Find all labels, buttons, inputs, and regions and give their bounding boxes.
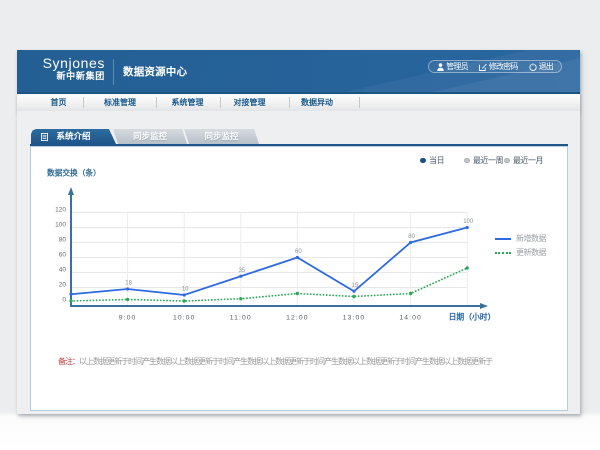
radio-today[interactable]: 当日 [420, 155, 444, 166]
current-user-button[interactable]: 管理员 [437, 63, 468, 71]
data-point [239, 275, 242, 278]
legend-line-solid [495, 238, 511, 240]
data-point [296, 256, 299, 259]
y-tick-label: 80 [59, 236, 67, 243]
point-label: 60 [295, 249, 302, 255]
tab-label: 系统介绍 [56, 131, 90, 141]
data-point [69, 293, 72, 296]
data-point [239, 297, 242, 300]
header-divider [113, 59, 114, 85]
edit-icon [479, 63, 487, 71]
data-point [69, 299, 72, 302]
app-header: Synjones 新中新集团 数据资源中心 管理员 [17, 50, 580, 94]
point-label: 35 [238, 268, 245, 274]
page-title: 数据资源中心 [123, 64, 187, 79]
radio-dot-selected [420, 158, 426, 164]
footnote: 备注：以上数据更新于时间产生数据以上数据更新于时间产生数据以上数据更新于时间产生… [58, 356, 492, 367]
legend-item-new-data[interactable]: 新增数据 [495, 233, 546, 244]
data-point [352, 295, 355, 298]
radio-last-week[interactable]: 最近一周 [464, 155, 503, 166]
legend-line-dotted [495, 252, 511, 254]
x-tick-label: 9:00 [119, 315, 137, 322]
logo-subtext: 新中新集团 [38, 71, 105, 82]
icon-stroke [439, 63, 443, 67]
point-label: 10 [182, 287, 189, 293]
point-label: 80 [408, 234, 415, 240]
y-axis-arrow [68, 187, 74, 195]
y-tick-label: 20 [59, 281, 67, 288]
legend-item-update-data[interactable]: 更新数据 [495, 247, 546, 258]
document-icon [41, 133, 48, 141]
tab-sync-monitor-2[interactable]: 同步监控 [184, 129, 259, 144]
tab-label: 同步监控 [204, 131, 238, 141]
radio-label: 最近一月 [513, 155, 543, 166]
x-axis-title: 日期（小时） [449, 312, 496, 322]
x-tick-label: 13:00 [343, 315, 366, 322]
data-point [126, 287, 129, 290]
radio-label: 最近一周 [473, 155, 503, 166]
data-point [466, 266, 469, 269]
change-password-button[interactable]: 修改密码 [479, 63, 518, 71]
tab-label: 同步监控 [133, 131, 167, 141]
nav-item-standard-mgmt[interactable]: 标准管理 [84, 94, 157, 111]
data-point [409, 241, 412, 244]
logout-button[interactable]: 退出 [529, 63, 553, 71]
x-tick-label: 12:00 [286, 315, 309, 322]
footnote-prefix: 备注： [58, 357, 79, 366]
y-tick-label: 60 [59, 251, 67, 258]
logout-label: 退出 [539, 63, 553, 71]
mockup-stage: Synjones 新中新集团 数据资源中心 管理员 [0, 0, 600, 450]
legend-label: 更新数据 [516, 247, 546, 258]
data-point [352, 290, 355, 293]
data-point [409, 292, 412, 295]
legend-label: 新增数据 [516, 233, 546, 244]
radio-dot [464, 158, 470, 164]
tab-system-intro[interactable]: 系统介绍 [31, 129, 116, 144]
data-point [183, 293, 186, 296]
change-password-label: 修改密码 [489, 63, 518, 71]
radio-last-month[interactable]: 最近一月 [504, 155, 543, 166]
chart-panel: 0 20 40 60 80 100 120 9:00 10:00 11:00 12:00 13:00 1… [30, 146, 568, 411]
y-tick-label: 0 [62, 296, 66, 303]
browser-page: Synjones 新中新集团 数据资源中心 管理员 [17, 50, 580, 414]
radio-label: 当日 [429, 155, 444, 166]
tab-sync-monitor-1[interactable]: 同步监控 [113, 129, 187, 144]
x-tick-label: 14:00 [399, 315, 422, 322]
chart-y-axis-title: 数据交换（条） [47, 167, 101, 178]
data-point [126, 298, 129, 301]
data-point [183, 299, 186, 302]
x-tick-label: 11:00 [230, 315, 252, 322]
x-tick-label: 10:00 [173, 315, 196, 322]
icon-stroke [482, 63, 487, 68]
main-nav: 首页 标准管理 系统管理 对接管理 数据异动 [17, 94, 580, 112]
y-tick-label: 40 [59, 266, 67, 273]
user-toolbar: 管理员 修改密码 退出 [428, 60, 562, 73]
current-user-label: 管理员 [446, 63, 468, 71]
footnote-text: 以上数据更新于时间产生数据以上数据更新于时间产生数据以上数据更新于时间产生数据以… [79, 357, 492, 366]
x-axis-arrow [480, 303, 488, 309]
content-area: 系统介绍 同步监控 同步监控 0 20 40 60 80 100 120 9:00 10:00 1… [17, 111, 580, 414]
nav-item-home[interactable]: 首页 [17, 94, 84, 111]
nav-item-system-mgmt[interactable]: 系统管理 [157, 94, 221, 111]
y-tick-label: 120 [55, 206, 66, 213]
power-icon [529, 63, 537, 71]
icon-stroke [437, 67, 443, 70]
data-point [466, 226, 469, 229]
y-tick-label: 100 [55, 221, 66, 228]
point-label: 100 [463, 219, 474, 225]
point-label: 15 [352, 283, 359, 289]
user-icon [437, 63, 444, 71]
logo-text: Synjones [38, 55, 105, 71]
nav-item-data-change[interactable]: 数据异动 [290, 94, 360, 111]
point-label: 18 [125, 281, 132, 287]
nav-item-interface-mgmt[interactable]: 对接管理 [221, 94, 290, 111]
radio-dot [504, 158, 510, 164]
line-chart: 0 20 40 60 80 100 120 9:00 10:00 11:00 12:00 13:00 1… [31, 147, 567, 410]
data-point [296, 292, 299, 295]
logo: Synjones 新中新集团 [38, 55, 105, 82]
